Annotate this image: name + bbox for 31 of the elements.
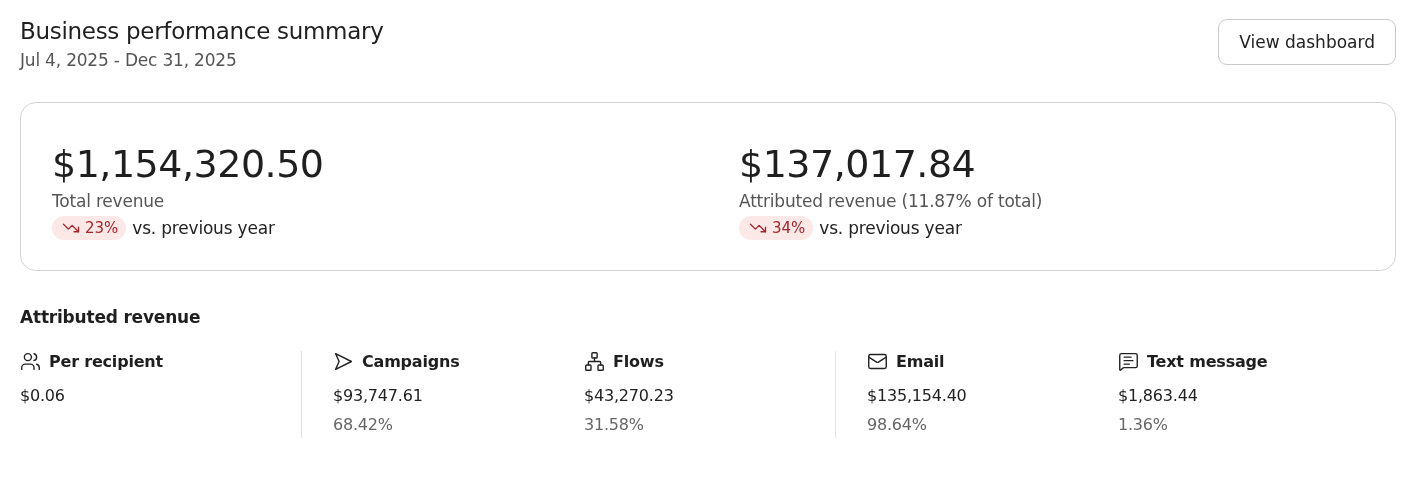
comparison-text: vs. previous year <box>132 218 275 238</box>
page-title: Business performance summary <box>20 18 384 44</box>
date-range: Jul 4, 2025 - Dec 31, 2025 <box>20 50 238 70</box>
chat-bubble-icon <box>1118 351 1139 372</box>
revenue-label: Attributed revenue (11.87% of total) <box>739 191 1044 211</box>
metric-value: $43,270.23 <box>584 386 675 405</box>
metric-share: 1.36% <box>1118 415 1169 434</box>
metric-value: $1,863.44 <box>1118 386 1199 405</box>
change-badge: 34% <box>739 216 814 240</box>
send-icon <box>333 351 354 372</box>
metric-label: Email <box>896 352 945 371</box>
metric-label: Text message <box>1147 352 1268 371</box>
metric-share: 31.58% <box>584 415 645 434</box>
metric-label: Campaigns <box>362 352 460 371</box>
section-title: Attributed revenue <box>20 307 202 327</box>
comparison-text: vs. previous year <box>819 218 962 238</box>
metric-share: 98.64% <box>867 415 928 434</box>
revenue-label: Total revenue <box>52 191 166 211</box>
people-icon <box>20 351 41 372</box>
change-badge: 23% <box>52 216 127 240</box>
metric-value: $0.06 <box>20 386 66 405</box>
metric-share: 68.42% <box>333 415 394 434</box>
revenue-value: $137,017.84 <box>739 141 977 188</box>
flow-chart-icon <box>584 351 605 372</box>
view-dashboard-button[interactable]: View dashboard <box>1218 19 1396 65</box>
metric-label: Flows <box>613 352 664 371</box>
metric-label: Per recipient <box>49 352 163 371</box>
metric-value: $135,154.40 <box>867 386 968 405</box>
envelope-icon <box>867 351 888 372</box>
revenue-value: $1,154,320.50 <box>52 141 325 188</box>
metric-value: $93,747.61 <box>333 386 424 405</box>
